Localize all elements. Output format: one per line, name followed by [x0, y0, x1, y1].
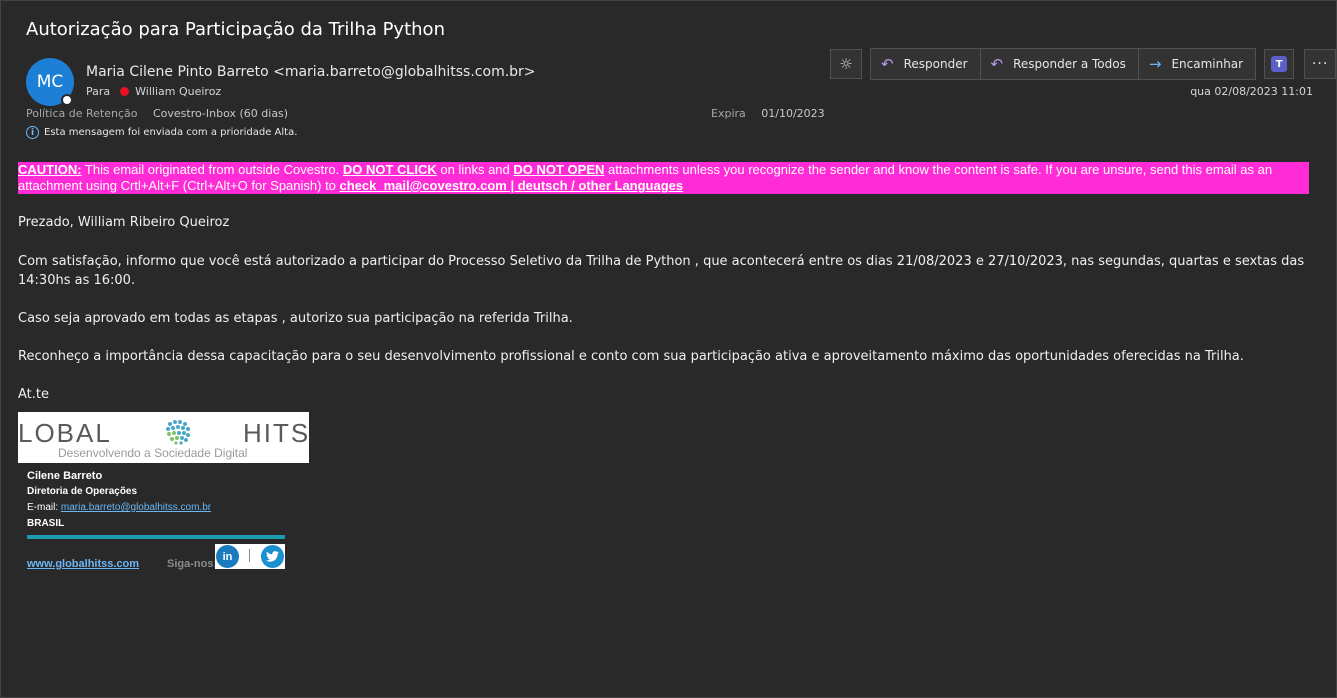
sender-address[interactable]: Maria Cilene Pinto Barreto <maria.barret…: [86, 64, 536, 80]
do-not-open: DO NOT OPEN: [513, 162, 605, 177]
teams-icon: T: [1271, 56, 1288, 72]
info-icon: i: [26, 126, 39, 139]
website-link[interactable]: www.globalhitss.com: [27, 558, 139, 570]
priority-text: Esta mensagem foi enviada com a priorida…: [44, 127, 298, 138]
twitter-bird-icon: [266, 551, 279, 562]
languages-link[interactable]: deutsch / other Languages: [518, 178, 683, 193]
message-toolbar: ☼ ↶ Responder ↶ Responder a Todos → Enca…: [830, 48, 1337, 80]
expiry-info: Expira 01/10/2023: [711, 107, 825, 120]
do-not-click: DO NOT CLICK: [342, 162, 437, 177]
recipient-name[interactable]: William Queiroz: [135, 85, 221, 98]
company-logo: LOBAL HITSS Desenvolvendo a Sociedade Di…: [18, 412, 309, 463]
signature-country: BRASIL: [27, 518, 65, 529]
linkedin-icon[interactable]: in: [216, 545, 239, 568]
theme-toggle-button[interactable]: ☼: [830, 49, 862, 79]
priority-notice: i Esta mensagem foi enviada com a priori…: [26, 126, 297, 139]
received-date: qua 02/08/2023 11:01: [1190, 85, 1313, 98]
caution-text-2: on links and: [436, 162, 514, 177]
reply-all-icon: ↶: [990, 55, 1004, 73]
email-subject: Autorização para Participação da Trilha …: [26, 19, 445, 40]
avatar-initials: MC: [36, 72, 64, 92]
check-mail-link[interactable]: check_mail@covestro.com: [340, 178, 507, 193]
logo-text-right: HITSS: [243, 418, 309, 448]
body-paragraph-1: Com satisfação, informo que você está au…: [18, 254, 1305, 288]
retention-value: Covestro-Inbox (60 dias): [152, 107, 289, 120]
caution-text-1: This email originated from outside Coves…: [81, 162, 343, 177]
teams-button[interactable]: T: [1264, 49, 1295, 79]
forward-button[interactable]: → Encaminhar: [1139, 49, 1255, 79]
expires-label: Expira: [711, 107, 746, 120]
globe-icon: [166, 420, 190, 445]
body-paragraph-2: Caso seja aprovado em todas as etapas , …: [18, 311, 573, 326]
signature-divider: [27, 535, 285, 539]
social-separator: [249, 549, 250, 562]
caution-label: CAUTION:: [18, 162, 82, 177]
presence-status-icon: [61, 94, 73, 106]
greeting: Prezado, William Ribeiro Queiroz: [18, 215, 230, 230]
expires-value: 01/10/2023: [761, 107, 825, 120]
sun-icon: ☼: [839, 55, 853, 73]
signature-email-label: E-mail:: [27, 502, 61, 513]
signature-email-row: E-mail: maria.barreto@globalhitss.com.br: [27, 502, 211, 513]
closing: At.te: [18, 387, 49, 402]
to-label: Para: [86, 85, 111, 98]
recipient-row: Para William Queiroz: [86, 85, 221, 98]
busy-presence-icon: [120, 87, 130, 96]
signature-email-link[interactable]: maria.barreto@globalhitss.com.br: [61, 502, 211, 513]
retention-label: Política de Retenção: [26, 107, 138, 120]
reply-all-button[interactable]: ↶ Responder a Todos: [981, 49, 1139, 79]
follow-label: Siga-nos:: [167, 558, 218, 570]
logo-tagline: Desenvolvendo a Sociedade Digital: [58, 446, 248, 460]
forward-icon: →: [1148, 55, 1162, 73]
signature-name: Cilene Barreto: [27, 470, 103, 482]
caution-separator: |: [506, 178, 518, 193]
social-links: in: [215, 544, 285, 569]
external-caution-banner: CAUTION: This email originated from outs…: [18, 162, 1309, 194]
reply-all-label: Responder a Todos: [1013, 57, 1126, 71]
signature-role: Diretoria de Operações: [27, 486, 138, 497]
reply-actions: ↶ Responder ↶ Responder a Todos → Encami…: [870, 48, 1257, 80]
twitter-icon[interactable]: [261, 545, 284, 568]
reply-label: Responder: [903, 57, 968, 71]
reply-icon: ↶: [881, 55, 894, 73]
body-paragraph-3: Reconheço a importância dessa capacitaçã…: [18, 349, 1244, 364]
forward-label: Encaminhar: [1171, 57, 1244, 71]
reply-button[interactable]: ↶ Responder: [871, 49, 981, 79]
more-icon: ···: [1311, 56, 1329, 72]
retention-policy: Política de Retenção Covestro-Inbox (60 …: [26, 107, 288, 120]
more-actions-button[interactable]: ···: [1304, 49, 1337, 79]
logo-text-left: LOBAL: [18, 418, 112, 448]
